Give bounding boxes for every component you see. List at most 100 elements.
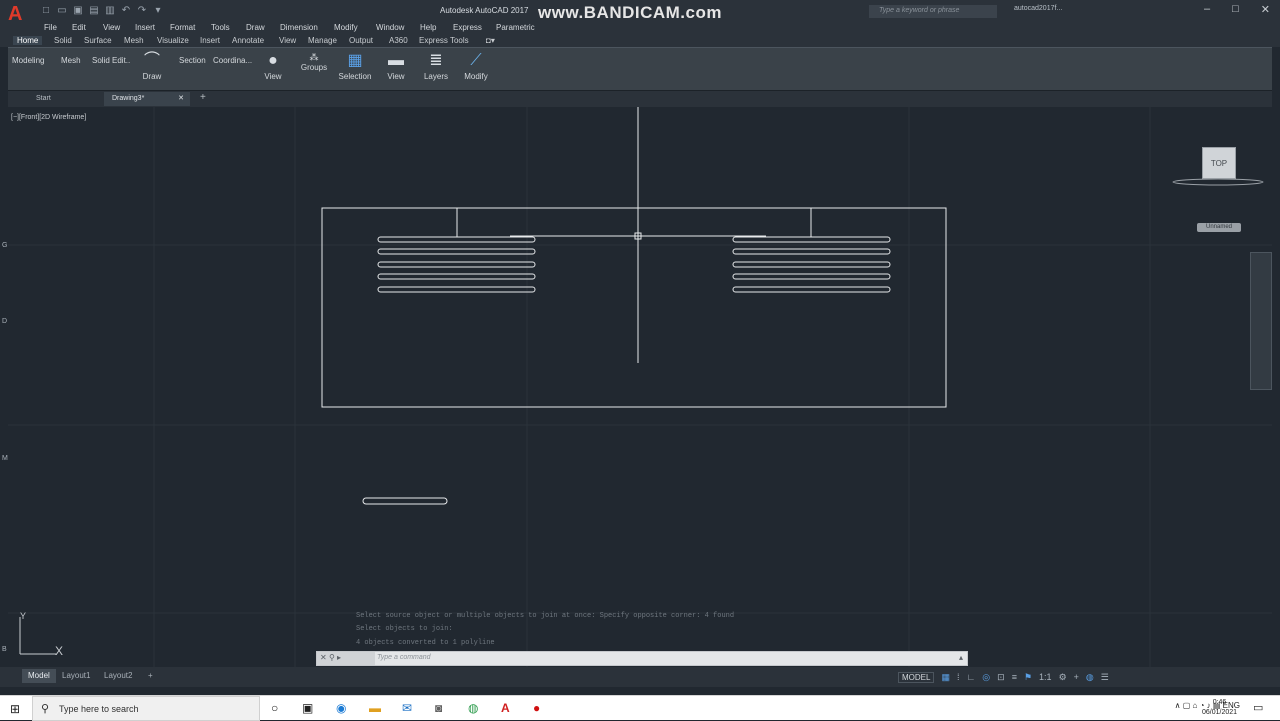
file-explorer-icon[interactable]: ▬ (369, 701, 381, 715)
bandicam-icon[interactable]: ● (533, 701, 540, 715)
system-clock[interactable]: 0:46 06/01/2021 (1202, 698, 1237, 718)
file-tab-drawing3[interactable]: Drawing3* ✕ (104, 92, 190, 106)
menu-format[interactable]: Format (170, 23, 195, 32)
tab-manage[interactable]: Manage (308, 36, 337, 45)
outer-rectangle[interactable] (321, 207, 947, 408)
drawing-viewport[interactable]: [−][Front][2D Wireframe] (8, 107, 1272, 667)
polar-icon[interactable]: ◎ (982, 672, 990, 683)
file-tab-start[interactable]: Start (28, 92, 59, 106)
menu-dimension[interactable]: Dimension (280, 23, 318, 32)
save-as-icon[interactable]: ▤ (88, 5, 100, 17)
view-panel[interactable]: ▬ View (384, 48, 408, 90)
ortho-icon[interactable]: ∟ (966, 672, 975, 682)
ribbon-minimize-icon[interactable]: ◘▾ (486, 36, 495, 45)
view-visual-panel[interactable]: ● View (260, 48, 286, 90)
tab-a360[interactable]: A360 (389, 36, 408, 45)
isolate-icon[interactable]: ◍ (1086, 672, 1094, 683)
layers-panel[interactable]: ≣ Layers (422, 48, 450, 90)
minimize-icon[interactable]: – (1204, 3, 1210, 16)
windows-start-icon[interactable]: ⊞ (10, 702, 22, 716)
edge-icon[interactable]: ◉ (336, 701, 346, 715)
selection-panel[interactable]: ▦ Selection (338, 48, 372, 90)
menu-parametric[interactable]: Parametric (496, 23, 535, 32)
tab-annotate[interactable]: Annotate (232, 36, 264, 45)
qat-dropdown-icon[interactable]: ▾ (152, 5, 164, 17)
menu-view[interactable]: View (103, 23, 120, 32)
menu-modify[interactable]: Modify (334, 23, 358, 32)
task-view-icon[interactable]: ▣ (302, 701, 313, 715)
tab-surface[interactable]: Surface (84, 36, 112, 45)
close-command-icon[interactable]: ✕ (320, 653, 327, 662)
undo-icon[interactable]: ↶ (120, 5, 132, 17)
add-layout-icon[interactable]: + (142, 669, 159, 683)
ucs-menu[interactable]: Unnamed (1197, 223, 1241, 232)
menu-express[interactable]: Express (453, 23, 482, 32)
modify-panel[interactable]: ⟋ Modify (462, 48, 490, 90)
taskbar-search[interactable]: ⚲ Type here to search (32, 696, 260, 721)
help-search-input[interactable]: Type a keyword or phrase (869, 5, 997, 18)
viewcube-compass[interactable] (1170, 176, 1266, 188)
customize-status-icon[interactable]: ☰ (1101, 672, 1109, 683)
layout-tab-layout1[interactable]: Layout1 (56, 669, 96, 683)
menu-tools[interactable]: Tools (211, 23, 230, 32)
panel-modeling[interactable]: Modeling (12, 56, 44, 65)
camera-icon[interactable]: ◙ (435, 701, 442, 715)
drawing-canvas[interactable] (8, 107, 1272, 667)
annotation-scale[interactable]: 1:1 (1039, 672, 1052, 682)
menu-insert[interactable]: Insert (135, 23, 155, 32)
cortana-icon[interactable]: ○ (271, 701, 278, 715)
menu-edit[interactable]: Edit (72, 23, 86, 32)
command-input[interactable]: Type a command (377, 654, 431, 661)
tab-insert[interactable]: Insert (200, 36, 220, 45)
workspace-gear-icon[interactable]: ⚙ (1059, 672, 1067, 683)
mail-icon[interactable]: ✉ (402, 701, 412, 715)
navigation-bar[interactable] (1250, 252, 1272, 390)
layout-tab-model[interactable]: Model (22, 669, 56, 683)
plus-icon[interactable]: + (1074, 672, 1079, 682)
grid-icon[interactable]: ▦ (941, 672, 950, 683)
panel-solid-edit[interactable]: Solid Edit.. (92, 56, 130, 65)
command-prompt-icon[interactable]: ▸ (337, 653, 341, 662)
menu-help[interactable]: Help (420, 23, 436, 32)
new-tab-icon[interactable]: + (192, 92, 214, 106)
annotation-icon[interactable]: ⚑ (1024, 672, 1032, 683)
tab-visualize[interactable]: Visualize (157, 36, 189, 45)
model-space-toggle[interactable]: MODEL (898, 671, 935, 683)
panel-section[interactable]: Section (179, 56, 206, 65)
open-icon[interactable]: ▭ (56, 5, 68, 17)
snap-icon[interactable]: ⁞ (957, 672, 960, 682)
customize-icon[interactable]: ⚲ (329, 653, 335, 662)
tab-mesh[interactable]: Mesh (124, 36, 144, 45)
lineweight-icon[interactable]: ≡ (1012, 672, 1017, 682)
command-line[interactable]: ✕ ⚲ ▸ Type a command ▴ (316, 651, 968, 666)
plot-icon[interactable]: ▥ (104, 5, 116, 17)
tab-solid[interactable]: Solid (54, 36, 72, 45)
lower-coil-segment[interactable] (362, 497, 448, 505)
redo-icon[interactable]: ↷ (136, 5, 148, 17)
notifications-icon[interactable]: ▭ (1253, 701, 1263, 714)
autocad-taskbar-icon[interactable]: A (501, 701, 510, 715)
user-account[interactable]: autocad2017f... (1014, 5, 1062, 12)
save-icon[interactable]: ▣ (72, 5, 84, 17)
viewcube[interactable]: TOP (1202, 147, 1236, 179)
menu-file[interactable]: File (44, 23, 57, 32)
tab-view[interactable]: View (279, 36, 296, 45)
close-tab-icon[interactable]: ✕ (178, 94, 184, 102)
chrome-icon[interactable]: ◍ (468, 701, 478, 715)
panel-coordinates[interactable]: Coordina... (213, 56, 252, 65)
osnap-icon[interactable]: ⊡ (997, 672, 1005, 683)
draw-panel[interactable]: ⌒ Draw (140, 48, 164, 90)
panel-mesh[interactable]: Mesh (61, 56, 81, 65)
new-icon[interactable]: □ (40, 5, 52, 17)
close-icon[interactable]: ✕ (1261, 3, 1270, 16)
viewport-controls-label[interactable]: [−][Front][2D Wireframe] (11, 114, 86, 121)
tab-express-tools[interactable]: Express Tools (419, 36, 469, 45)
tab-output[interactable]: Output (349, 36, 373, 45)
menu-draw[interactable]: Draw (246, 23, 265, 32)
maximize-icon[interactable]: □ (1232, 3, 1239, 16)
menu-window[interactable]: Window (376, 23, 404, 32)
layout-tab-layout2[interactable]: Layout2 (98, 669, 138, 683)
tab-home[interactable]: Home (13, 36, 43, 45)
groups-panel[interactable]: ⁂ Groups (298, 48, 330, 90)
command-history-toggle-icon[interactable]: ▴ (959, 653, 963, 662)
